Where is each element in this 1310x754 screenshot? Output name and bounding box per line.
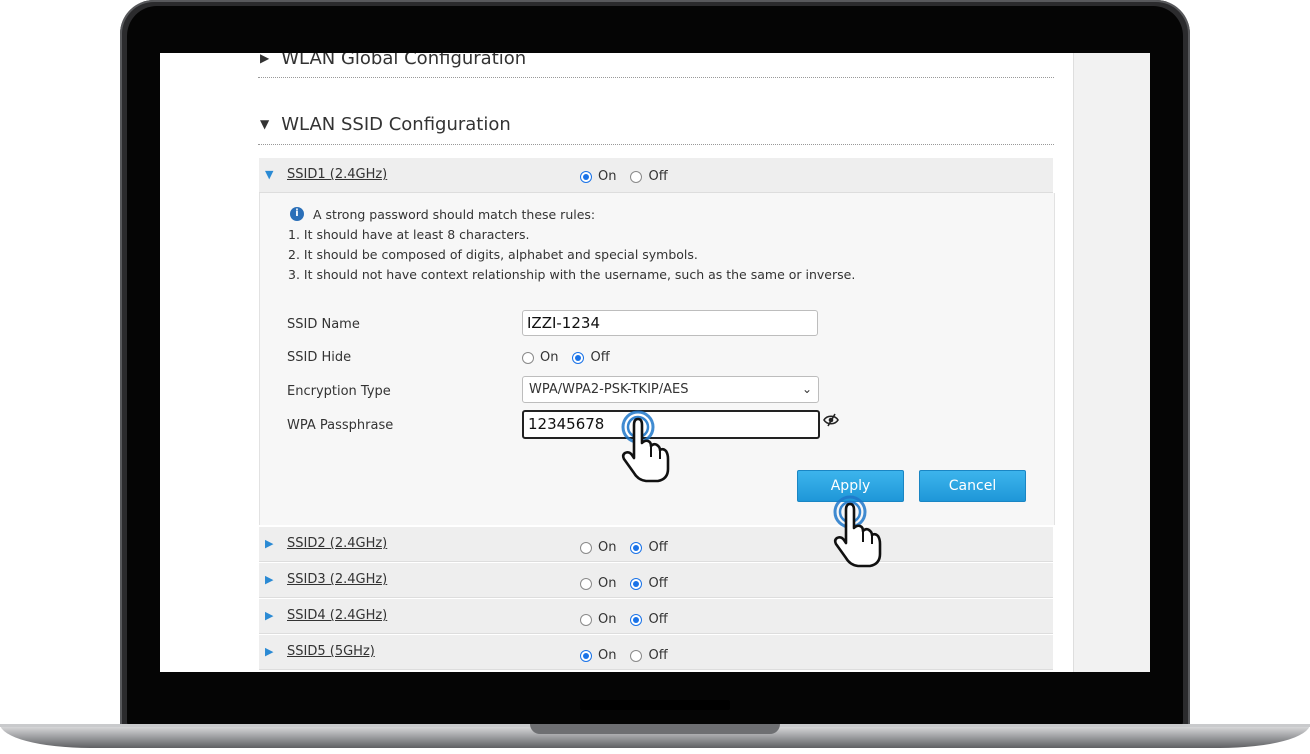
section-title: WLAN Global Configuration (281, 53, 527, 69)
radio-on-label: On (598, 612, 617, 627)
password-rule-1: 1. It should have at least 8 characters. (288, 227, 530, 242)
expand-arrow-icon: ▶ (265, 573, 274, 586)
radio-on[interactable] (580, 577, 592, 590)
encryption-type-select[interactable]: WPA/WPA2-PSK-TKIP/AES ⌄ (522, 376, 819, 403)
wpa-passphrase-label: WPA Passphrase (287, 418, 394, 433)
chevron-down-icon: ⌄ (801, 382, 812, 396)
expand-arrow-icon: ▶ (265, 645, 274, 658)
divider (258, 77, 1054, 78)
ssid-title[interactable]: SSID4 (2.4GHz) (287, 608, 387, 623)
radio-off-label: Off (648, 648, 668, 663)
ssid-title[interactable]: SSID2 (2.4GHz) (287, 536, 387, 551)
ssid3-state-radio-group: On Off (580, 576, 682, 591)
ssid4-state-radio-group: On Off (580, 612, 682, 627)
radio-off-label: Off (648, 576, 668, 591)
ssid-row-ssid2[interactable]: ▶ SSID2 (2.4GHz) On Off (259, 527, 1053, 562)
encryption-type-value: WPA/WPA2-PSK-TKIP/AES (529, 382, 689, 397)
radio-off[interactable] (630, 649, 643, 662)
radio-off-label: Off (648, 612, 668, 627)
radio-off-label: Off (590, 350, 610, 365)
hand-pointer-icon (621, 410, 670, 483)
radio-on-label: On (598, 169, 617, 184)
collapse-arrow-icon: ▼ (265, 168, 274, 181)
section-wlan-ssid[interactable]: ▼ WLAN SSID Configuration (260, 109, 511, 139)
ssid-hide-label: SSID Hide (287, 350, 352, 365)
section-title: WLAN SSID Configuration (281, 113, 511, 135)
radio-on[interactable] (522, 351, 534, 364)
radio-on-label: On (598, 540, 617, 555)
radio-off-label: Off (648, 169, 668, 184)
laptop-base-notch (530, 724, 780, 734)
password-rules-intro: A strong password should match these rul… (313, 207, 596, 222)
info-icon: i (290, 207, 304, 221)
expand-arrow-icon: ▶ (265, 537, 274, 550)
right-gutter (1073, 53, 1150, 672)
encryption-type-label: Encryption Type (287, 384, 391, 399)
eye-toggle-icon[interactable] (823, 413, 839, 427)
divider (258, 144, 1054, 145)
radio-on-label: On (598, 576, 617, 591)
radio-on-label: On (540, 350, 559, 365)
radio-off[interactable] (630, 541, 643, 554)
ssid-row-ssid3[interactable]: ▶ SSID3 (2.4GHz) On Off (259, 563, 1053, 598)
expand-arrow-icon: ▶ (260, 53, 270, 65)
radio-off[interactable] (630, 577, 643, 590)
ssid-row-ssid4[interactable]: ▶ SSID4 (2.4GHz) On Off (259, 599, 1053, 634)
ssid-title[interactable]: SSID5 (5GHz) (287, 644, 375, 659)
expand-arrow-icon: ▶ (265, 609, 274, 622)
radio-on[interactable] (580, 649, 592, 662)
ssid-name-input[interactable]: IZZI-1234 (522, 310, 818, 336)
radio-off[interactable] (572, 351, 585, 364)
ssid-title[interactable]: SSID3 (2.4GHz) (287, 572, 387, 587)
radio-off[interactable] (630, 613, 643, 626)
ssid-name-label: SSID Name (287, 317, 360, 332)
laptop-hinge (580, 700, 730, 710)
collapse-arrow-icon: ▼ (260, 117, 270, 131)
hand-pointer-icon (833, 495, 882, 568)
radio-on[interactable] (580, 170, 592, 183)
radio-on-label: On (598, 648, 617, 663)
ssid-row-ssid1[interactable]: ▼ SSID1 (2.4GHz) On Off (259, 158, 1053, 193)
browser-screen: ▶ WLAN Global Configuration ▼ WLAN SSID … (160, 53, 1150, 672)
radio-off[interactable] (630, 170, 643, 183)
ssid-title[interactable]: SSID1 (2.4GHz) (287, 167, 387, 182)
ssid1-state-radio-group: On Off (580, 169, 682, 184)
radio-on[interactable] (580, 613, 592, 626)
section-wlan-global[interactable]: ▶ WLAN Global Configuration (260, 53, 526, 73)
ssid5-state-radio-group: On Off (580, 648, 682, 663)
radio-off-label: Off (648, 540, 668, 555)
cancel-button[interactable]: Cancel (919, 470, 1026, 502)
password-rule-2: 2. It should be composed of digits, alph… (288, 247, 698, 262)
ssid2-state-radio-group: On Off (580, 540, 682, 555)
password-rule-3: 3. It should not have context relationsh… (288, 267, 856, 282)
radio-on[interactable] (580, 541, 592, 554)
ssid-hide-radio-group: On Off (522, 350, 624, 365)
ssid-row-ssid5[interactable]: ▶ SSID5 (5GHz) On Off (259, 635, 1053, 670)
